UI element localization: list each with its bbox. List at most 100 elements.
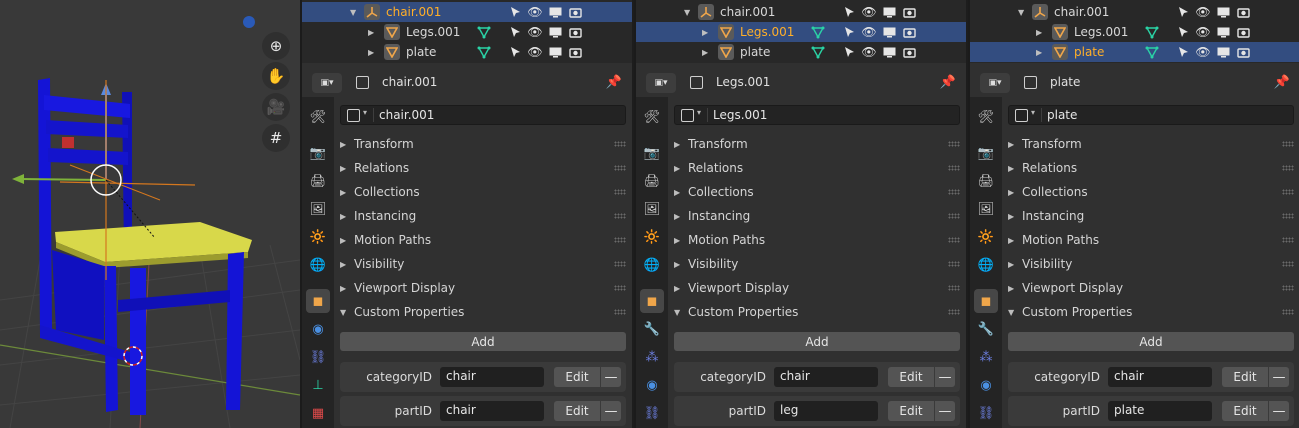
- eye-icon[interactable]: 👁: [861, 24, 876, 40]
- drag-grip-icon[interactable]: [614, 141, 626, 147]
- expand-right-icon[interactable]: ▶: [1036, 48, 1042, 57]
- section-header[interactable]: ▶ Visibility: [1002, 252, 1299, 276]
- drag-grip-icon[interactable]: [1282, 141, 1294, 147]
- selectable-cursor-icon[interactable]: [842, 24, 856, 40]
- tab-world-icon[interactable]: 🌐: [640, 253, 664, 277]
- object-name-field[interactable]: ▾ chair.001: [340, 105, 626, 125]
- edit-property-button[interactable]: Edit: [554, 367, 600, 387]
- section-header[interactable]: ▶ Collections: [668, 180, 966, 204]
- drag-grip-icon[interactable]: [1282, 261, 1294, 267]
- 3d-viewport[interactable]: ⊕ ✋ 🎥 #: [0, 0, 300, 428]
- outliner-row[interactable]: ▶ Legs.001 👁: [636, 22, 966, 42]
- editor-type-dropdown[interactable]: ▣▾: [312, 73, 342, 93]
- add-property-button[interactable]: Add: [674, 332, 960, 351]
- monitor-icon[interactable]: [882, 44, 896, 60]
- section-header[interactable]: ▶ Collections: [1002, 180, 1299, 204]
- property-value-field[interactable]: chair: [774, 367, 878, 387]
- object-name-field[interactable]: ▾ plate: [1008, 105, 1294, 125]
- expand-right-icon[interactable]: ▶: [674, 188, 680, 197]
- section-header[interactable]: ▶ Viewport Display: [668, 276, 966, 300]
- render-camera-icon[interactable]: [902, 44, 916, 60]
- expand-right-icon[interactable]: ▶: [368, 28, 374, 37]
- monitor-icon[interactable]: [1216, 24, 1230, 40]
- mesh-data-icon[interactable]: [810, 44, 826, 60]
- expand-right-icon[interactable]: ▶: [1036, 28, 1042, 37]
- section-header[interactable]: ▶ Motion Paths: [334, 228, 632, 252]
- drag-grip-icon[interactable]: [614, 237, 626, 243]
- render-camera-icon[interactable]: [902, 4, 916, 20]
- chevron-down-icon[interactable]: ▾: [697, 108, 701, 117]
- drag-grip-icon[interactable]: [948, 309, 960, 315]
- section-header[interactable]: ▶ Relations: [334, 156, 632, 180]
- render-camera-icon[interactable]: [1236, 4, 1250, 20]
- section-header[interactable]: ▼ Custom Properties: [668, 300, 966, 324]
- tab-object-icon[interactable]: ◼: [640, 289, 664, 313]
- render-camera-icon[interactable]: [568, 4, 582, 20]
- expand-right-icon[interactable]: ▶: [1008, 188, 1014, 197]
- edit-property-button[interactable]: Edit: [888, 401, 934, 421]
- tab-tool-icon[interactable]: 🛠: [640, 105, 664, 129]
- selectable-cursor-icon[interactable]: [842, 44, 856, 60]
- outliner-row[interactable]: ▼ chair.001 👁: [636, 2, 966, 22]
- expand-down-icon[interactable]: ▼: [340, 308, 346, 317]
- mesh-data-icon[interactable]: [810, 24, 826, 40]
- drag-grip-icon[interactable]: [614, 309, 626, 315]
- monitor-icon[interactable]: [548, 4, 562, 20]
- chevron-down-icon[interactable]: ▾: [1031, 108, 1035, 117]
- camera-icon[interactable]: 🎥: [262, 93, 290, 121]
- outliner-row[interactable]: ▶ Legs.001 👁: [302, 22, 632, 42]
- expand-right-icon[interactable]: ▶: [674, 212, 680, 221]
- tab-constraints-icon[interactable]: ⛓: [640, 401, 664, 425]
- expand-right-icon[interactable]: ▶: [1008, 212, 1014, 221]
- section-header[interactable]: ▶ Motion Paths: [1002, 228, 1299, 252]
- selectable-cursor-icon[interactable]: [508, 24, 522, 40]
- outliner-row[interactable]: ▶ plate 👁: [636, 42, 966, 62]
- drag-grip-icon[interactable]: [1282, 189, 1294, 195]
- expand-right-icon[interactable]: ▶: [1008, 236, 1014, 245]
- tab-particles-icon[interactable]: ⁂: [640, 345, 664, 369]
- tab-view-layer-icon[interactable]: 🖼: [640, 197, 664, 221]
- drag-grip-icon[interactable]: [948, 285, 960, 291]
- monitor-icon[interactable]: [1216, 44, 1230, 60]
- remove-property-button[interactable]: —: [1269, 401, 1289, 421]
- drag-grip-icon[interactable]: [948, 261, 960, 267]
- eye-icon[interactable]: 👁: [527, 24, 542, 40]
- pan-hand-icon[interactable]: ✋: [262, 62, 290, 90]
- expand-right-icon[interactable]: ▶: [340, 284, 346, 293]
- eye-icon[interactable]: 👁: [527, 44, 542, 60]
- grid-icon[interactable]: #: [262, 124, 290, 152]
- add-property-button[interactable]: Add: [340, 332, 626, 351]
- render-camera-icon[interactable]: [1236, 24, 1250, 40]
- tab-scene-icon[interactable]: 🔆: [974, 225, 998, 249]
- property-value-field[interactable]: chair: [440, 367, 544, 387]
- tab-tool-icon[interactable]: 🛠: [974, 105, 998, 129]
- property-value-field[interactable]: plate: [1108, 401, 1212, 421]
- expand-right-icon[interactable]: ▶: [702, 28, 708, 37]
- selectable-cursor-icon[interactable]: [1176, 24, 1190, 40]
- monitor-icon[interactable]: [882, 4, 896, 20]
- drag-grip-icon[interactable]: [1282, 237, 1294, 243]
- tab-output-icon[interactable]: 🖨: [640, 169, 664, 193]
- remove-property-button[interactable]: —: [1269, 367, 1289, 387]
- monitor-icon[interactable]: [548, 24, 562, 40]
- mesh-data-icon[interactable]: [476, 44, 492, 60]
- tab-view-layer-icon[interactable]: 🖼: [306, 197, 330, 221]
- section-header[interactable]: ▶ Transform: [334, 132, 632, 156]
- expand-right-icon[interactable]: ▶: [674, 140, 680, 149]
- selectable-cursor-icon[interactable]: [508, 4, 522, 20]
- tab-scene-icon[interactable]: 🔆: [640, 225, 664, 249]
- property-value-field[interactable]: chair: [1108, 367, 1212, 387]
- expand-down-icon[interactable]: ▼: [684, 8, 690, 17]
- tab-constraints-icon[interactable]: ⛓: [306, 345, 330, 369]
- remove-property-button[interactable]: —: [601, 367, 621, 387]
- editor-type-dropdown[interactable]: ▣▾: [646, 73, 676, 93]
- expand-down-icon[interactable]: ▼: [1018, 8, 1024, 17]
- selectable-cursor-icon[interactable]: [1176, 44, 1190, 60]
- tab-world-icon[interactable]: 🌐: [306, 253, 330, 277]
- expand-right-icon[interactable]: ▶: [340, 260, 346, 269]
- drag-grip-icon[interactable]: [948, 141, 960, 147]
- mesh-data-icon[interactable]: [476, 24, 492, 40]
- drag-grip-icon[interactable]: [1282, 309, 1294, 315]
- outliner-row[interactable]: ▶ Legs.001 👁: [970, 22, 1299, 42]
- tab-tool-icon[interactable]: 🛠: [306, 105, 330, 129]
